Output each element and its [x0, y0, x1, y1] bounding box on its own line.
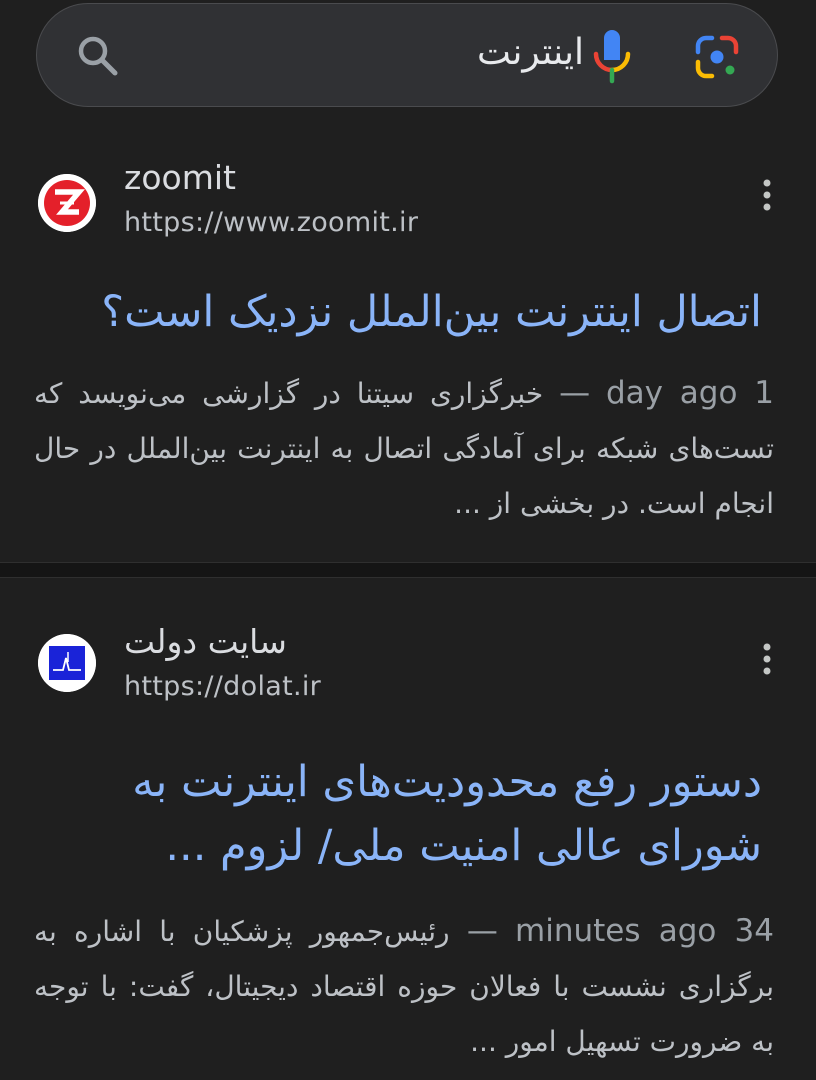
more-options-icon[interactable] [754, 642, 780, 676]
result-date: 34 minutes ago [515, 913, 774, 949]
result-snippet: 34 minutes ago — رئیس‌جمهور پزشکیان با ا… [34, 904, 774, 1069]
result-date: 1 day ago [605, 375, 774, 411]
more-options-icon[interactable] [754, 178, 780, 212]
search-result[interactable]: zoomit https://www.zoomit.ir اتصال اینتر… [0, 130, 816, 562]
mic-icon[interactable] [590, 28, 634, 84]
search-icon[interactable] [76, 34, 120, 78]
dolat-logo [38, 634, 96, 692]
result-separator: — [559, 375, 591, 411]
result-separator: — [466, 913, 498, 949]
result-snippet: 1 day ago — خبرگزاری سیتنا در گزارشی می‌… [34, 366, 774, 531]
search-bar[interactable] [36, 3, 778, 107]
result-title-link[interactable]: اتصال اینترنت بین‌الملل نزدیک است؟ [32, 280, 762, 344]
zoomit-logo [38, 174, 96, 232]
result-divider [0, 562, 816, 578]
lens-icon[interactable] [694, 34, 740, 80]
site-url[interactable]: https://www.zoomit.ir [124, 206, 418, 240]
site-url[interactable]: https://dolat.ir [124, 670, 321, 704]
result-title-link[interactable]: دستور رفع محدودیت‌های اینترنت به شورای ع… [32, 750, 762, 878]
site-name[interactable]: zoomit [124, 158, 236, 198]
search-input[interactable]: اینترنت [477, 28, 584, 78]
search-result[interactable]: سایت دولت https://dolat.ir دستور رفع محد… [0, 578, 816, 1080]
site-name[interactable]: سایت دولت [124, 622, 287, 662]
